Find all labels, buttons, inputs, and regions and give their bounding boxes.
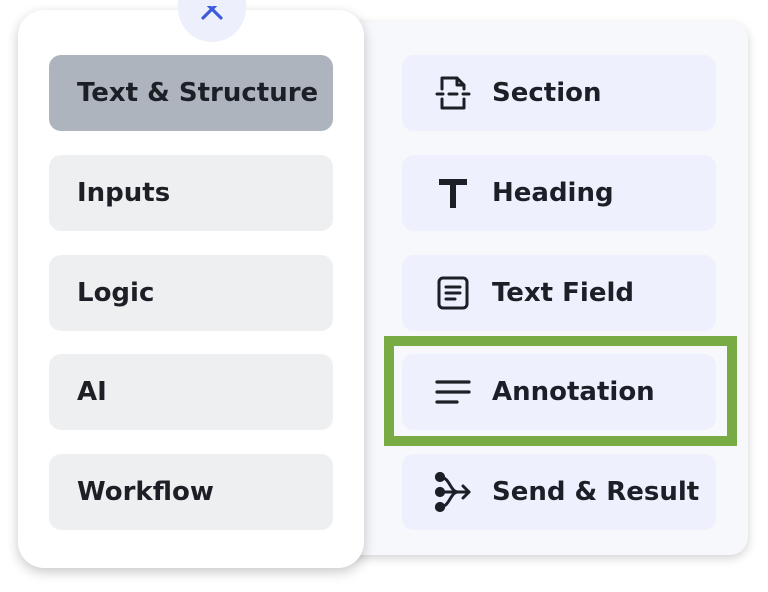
- category-ai[interactable]: AI: [49, 354, 333, 430]
- item-heading-label: Heading: [492, 178, 614, 208]
- send-result-icon: [432, 471, 474, 513]
- item-annotation-label: Annotation: [492, 377, 655, 407]
- category-text-structure[interactable]: Text & Structure: [49, 55, 333, 131]
- item-annotation[interactable]: Annotation: [402, 354, 716, 430]
- close-icon: [199, 0, 225, 28]
- annotation-icon: [432, 371, 474, 413]
- category-inputs[interactable]: Inputs: [49, 155, 333, 231]
- component-picker: Section Heading Text Field Annotation Se…: [0, 0, 768, 592]
- item-section[interactable]: Section: [402, 55, 716, 131]
- components-panel: Section Heading Text Field Annotation Se…: [340, 22, 748, 555]
- item-heading[interactable]: Heading: [402, 155, 716, 231]
- category-label: Workflow: [77, 477, 214, 507]
- category-logic[interactable]: Logic: [49, 255, 333, 331]
- item-text-field[interactable]: Text Field: [402, 255, 716, 331]
- item-send-result[interactable]: Send & Result: [402, 454, 716, 530]
- category-label: AI: [77, 377, 107, 407]
- close-button[interactable]: [178, 0, 246, 42]
- item-send-result-label: Send & Result: [492, 477, 700, 507]
- section-icon: [432, 72, 474, 114]
- text-field-icon: [432, 272, 474, 314]
- heading-icon: [432, 172, 474, 214]
- categories-panel: Text & Structure Inputs Logic AI Workflo…: [18, 0, 364, 568]
- category-label: Inputs: [77, 178, 171, 208]
- category-workflow[interactable]: Workflow: [49, 454, 333, 530]
- category-label: Text & Structure: [77, 78, 319, 108]
- category-label: Logic: [77, 278, 155, 308]
- item-text-field-label: Text Field: [492, 278, 634, 308]
- item-section-label: Section: [492, 78, 602, 108]
